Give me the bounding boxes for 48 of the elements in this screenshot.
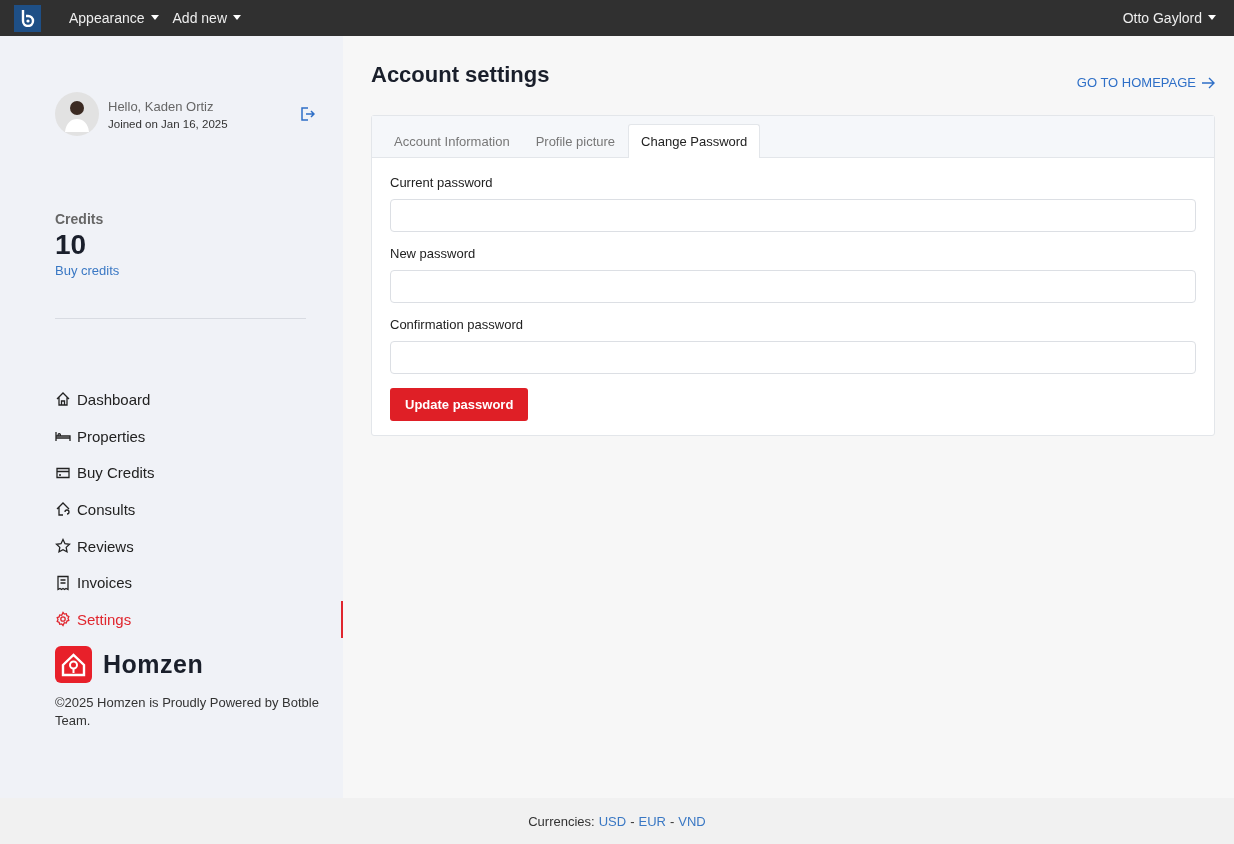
field-label: Confirmation password xyxy=(390,317,524,332)
house-icon xyxy=(55,501,71,518)
copyright-text: ©2025 Homzen is Proudly Powered by Botble Team. xyxy=(55,693,320,730)
field-label: New password xyxy=(390,246,477,261)
update-password-button[interactable]: Update password xyxy=(390,388,529,421)
tab[interactable]: Change Password xyxy=(628,124,761,158)
user-menu[interactable]: Otto Gaylord xyxy=(1122,10,1216,26)
password-field[interactable] xyxy=(390,270,1196,303)
settings-icon xyxy=(55,611,71,628)
sidebar-nav-item[interactable]: Invoices xyxy=(55,564,343,602)
menu-dropdown[interactable]: Add new xyxy=(172,10,241,26)
star-icon xyxy=(55,538,71,555)
greeting-text: Hello, Kaden Ortiz xyxy=(108,98,215,114)
homepage-link[interactable]: GO TO HOMEPAGE xyxy=(1076,75,1215,90)
sidebar-nav-item[interactable]: Buy Credits xyxy=(55,454,343,492)
field-label: Current password xyxy=(390,175,494,190)
credits-label: Credits xyxy=(55,211,105,227)
credits-value: 10 xyxy=(55,229,88,261)
sidebar-nav-item[interactable]: Dashboard xyxy=(55,381,343,418)
password-field[interactable] xyxy=(390,199,1196,232)
menu-dropdown[interactable]: Appearance xyxy=(69,10,159,26)
sidebar-nav-item[interactable]: Properties xyxy=(55,417,343,455)
joined-date: Joined on Jan 16, 2025 xyxy=(108,117,229,130)
brand-name: Homzen xyxy=(103,649,204,679)
brand-logo-icon xyxy=(55,645,92,683)
page-title: Account settings xyxy=(371,62,550,88)
caret-icon xyxy=(233,15,241,21)
password-field[interactable] xyxy=(390,341,1196,374)
home-icon xyxy=(55,391,71,408)
sidebar-nav-item[interactable]: Reviews xyxy=(55,527,343,565)
separator-text: - xyxy=(669,813,675,829)
separator-text: - xyxy=(630,813,635,829)
sidebar-nav-item[interactable]: Consults xyxy=(55,491,343,528)
tab[interactable]: Account Information xyxy=(381,124,523,158)
avatar-placeholder xyxy=(55,92,99,136)
logout-icon[interactable] xyxy=(299,106,315,122)
currency-link[interactable]: EUR xyxy=(638,813,666,829)
currency-link[interactable]: USD xyxy=(598,813,627,829)
caret-icon xyxy=(150,15,159,21)
buy-credits-link[interactable]: Buy credits xyxy=(55,263,333,278)
app-logo-icon[interactable] xyxy=(14,4,41,32)
arrow-right-icon xyxy=(1202,76,1215,89)
currencies-label: Currencies: xyxy=(528,813,595,829)
currency-link[interactable]: VND xyxy=(678,813,706,829)
tab[interactable]: Profile picture xyxy=(522,124,629,158)
sidebar-nav-item[interactable]: Settings xyxy=(55,601,343,638)
receipt-icon xyxy=(55,574,71,591)
caret-icon xyxy=(1208,15,1216,21)
